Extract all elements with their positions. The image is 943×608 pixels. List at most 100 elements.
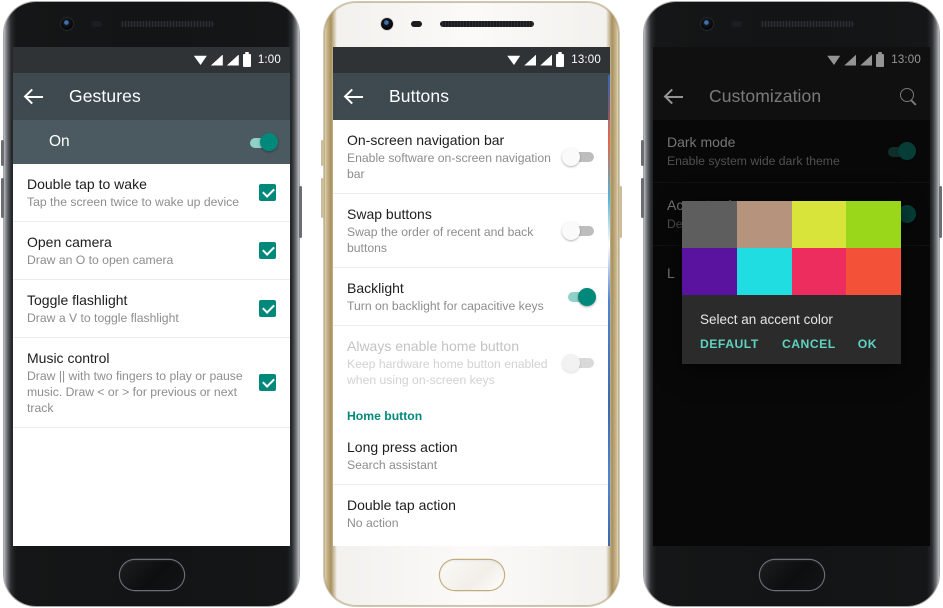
checkbox[interactable] — [259, 242, 276, 259]
list-item-subtitle: Swap the order of recent and back button… — [347, 225, 534, 255]
phone-buttons: 13:00 Buttons On-screen navigation bar E… — [320, 0, 623, 608]
front-camera-icon — [381, 17, 393, 30]
master-switch-label: On — [49, 133, 70, 150]
home-button[interactable] — [439, 560, 504, 590]
list-item[interactable]: Double tap to wake Tap the screen twice … — [13, 164, 290, 222]
power-button[interactable] — [619, 186, 622, 238]
list-item-title: Always enable home button — [347, 338, 519, 354]
page-title: Gestures — [69, 86, 141, 106]
home-button[interactable] — [119, 560, 184, 590]
wifi-icon — [827, 55, 841, 65]
accent-swatch-purple[interactable] — [682, 248, 737, 295]
status-bar: 13:00 — [653, 47, 930, 73]
bottom-bezel — [640, 546, 943, 608]
checkbox[interactable] — [259, 300, 276, 317]
status-bar: 13:00 — [333, 47, 610, 73]
back-arrow-icon[interactable] — [665, 87, 685, 107]
accent-swatch-cyan[interactable] — [736, 248, 792, 295]
page-title: Customization — [709, 86, 822, 106]
proximity-sensor-icon — [411, 20, 422, 27]
list-item[interactable]: Music control Draw || with two fingers t… — [13, 338, 290, 428]
list-item-subtitle: Keep hardware home button enabled when u… — [347, 357, 548, 387]
status-bar-time: 13:00 — [891, 54, 921, 66]
earpiece-speaker-icon — [760, 20, 854, 27]
power-button[interactable] — [299, 186, 302, 238]
default-button[interactable]: DEFAULT — [700, 337, 759, 351]
back-arrow-icon[interactable] — [345, 87, 365, 107]
dialog-actions: DEFAULT CANCEL OK — [682, 327, 901, 364]
list-item[interactable]: Long press action Search assistant — [333, 427, 610, 484]
list-item-title: Open camera — [27, 234, 112, 250]
accent-swatch-pink[interactable] — [791, 248, 847, 295]
volume-up-button[interactable] — [641, 140, 644, 166]
volume-down-button[interactable] — [1, 178, 4, 218]
list-item-subtitle: Search assistant — [347, 458, 438, 472]
list-item-title: Swap buttons — [347, 206, 432, 222]
accent-swatch-gray[interactable] — [682, 201, 737, 248]
volume-up-button[interactable] — [1, 140, 4, 166]
checkbox[interactable] — [259, 374, 276, 391]
master-toggle-switch[interactable] — [244, 133, 278, 151]
list-item[interactable]: On-screen navigation bar Enable software… — [333, 120, 610, 194]
list-item-subtitle: Enable system wide dark theme — [667, 154, 840, 168]
signal-icon — [226, 54, 239, 66]
search-icon[interactable] — [900, 87, 918, 106]
power-button[interactable] — [939, 186, 942, 238]
toggle-switch[interactable] — [562, 287, 596, 306]
bottom-bezel — [0, 546, 303, 608]
wifi-icon — [193, 55, 207, 65]
ok-button[interactable]: OK — [858, 337, 877, 351]
list-item-subtitle: Enable software on-screen navigation bar — [347, 151, 551, 181]
list-item[interactable]: Open camera Draw an O to open camera — [13, 222, 290, 280]
phone3-screen: 13:00 Customization Dark mode Enable sys… — [653, 47, 930, 546]
screenshot-stage: 1:00 Gestures On Double tap to wake Tap … — [0, 0, 943, 608]
cancel-button[interactable]: CANCEL — [782, 337, 836, 351]
status-bar: 1:00 — [13, 47, 290, 73]
toggle-switch[interactable] — [562, 147, 596, 166]
top-bezel — [640, 0, 943, 47]
list-item-title: Music control — [27, 350, 110, 366]
accent-swatch-tan[interactable] — [736, 201, 792, 248]
list-item[interactable]: Backlight Turn on backlight for capaciti… — [333, 268, 610, 326]
checkbox[interactable] — [259, 184, 276, 201]
phone-customization: 13:00 Customization Dark mode Enable sys… — [640, 0, 943, 608]
signal-icon — [844, 54, 857, 66]
list-item[interactable]: Dark mode Enable system wide dark theme — [653, 120, 930, 182]
toggle-switch[interactable] — [882, 142, 916, 160]
volume-down-button[interactable] — [321, 178, 324, 218]
front-camera-icon — [61, 17, 73, 30]
volume-down-button[interactable] — [641, 178, 644, 218]
earpiece-speaker-icon — [440, 20, 534, 27]
bottom-bezel — [320, 546, 623, 608]
battery-icon — [876, 51, 885, 67]
list-item-disabled: Always enable home button Keep hardware … — [333, 326, 610, 399]
list-item[interactable]: Toggle flashlight Draw a V to toggle fla… — [13, 280, 290, 338]
toggle-switch-disabled — [562, 353, 596, 372]
volume-up-button[interactable] — [321, 140, 324, 166]
signal-icon — [860, 54, 873, 66]
list-item-subtitle: No action — [347, 516, 399, 530]
accent-swatch-orange-red[interactable] — [846, 248, 901, 295]
accent-swatch-yellow[interactable] — [791, 201, 847, 248]
scrollbar[interactable] — [608, 75, 610, 546]
list-item[interactable]: Swap buttons Swap the order of recent an… — [333, 194, 610, 268]
section-header-home-button: Home button — [333, 399, 610, 427]
app-bar: Gestures — [13, 73, 290, 120]
list-item-title: On-screen navigation bar — [347, 132, 505, 148]
list-item-title: Dark mode — [667, 134, 736, 150]
home-button[interactable] — [759, 560, 824, 590]
phone1-screen: 1:00 Gestures On Double tap to wake Tap … — [13, 47, 290, 546]
buttons-list: On-screen navigation bar Enable software… — [333, 120, 610, 546]
status-bar-time: 1:00 — [257, 54, 281, 66]
accent-color-dialog: Select an accent color DEFAULT CANCEL OK — [682, 201, 901, 364]
app-bar: Customization — [653, 73, 930, 120]
list-item-subtitle: Draw a V to toggle flashlight — [27, 311, 179, 325]
dialog-title: Select an accent color — [700, 312, 833, 327]
toggle-switch[interactable] — [562, 221, 596, 240]
signal-icon — [210, 54, 223, 66]
master-switch-row[interactable]: On — [13, 120, 290, 164]
top-bezel — [320, 0, 623, 47]
list-item[interactable]: Double tap action No action — [333, 484, 610, 542]
back-arrow-icon[interactable] — [25, 87, 45, 107]
accent-swatch-lime[interactable] — [846, 201, 901, 248]
